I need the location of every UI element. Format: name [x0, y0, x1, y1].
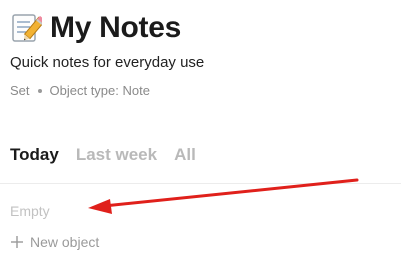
- page-header: My Notes: [10, 10, 181, 46]
- page-title: My Notes: [50, 11, 181, 44]
- new-object-button[interactable]: New object: [10, 233, 99, 251]
- arrow-head: [88, 199, 112, 214]
- page-meta: Set Object type: Note: [10, 83, 150, 99]
- page-description: Quick notes for everyday use: [10, 54, 205, 71]
- tabs-divider: [0, 183, 401, 184]
- memo-pencil-icon: [10, 12, 46, 44]
- tab-all[interactable]: All: [174, 144, 196, 166]
- tab-today[interactable]: Today: [10, 144, 59, 166]
- plus-icon: [10, 235, 24, 249]
- meta-kind: Set: [10, 83, 30, 98]
- new-object-label: New object: [30, 234, 100, 250]
- empty-state-text: Empty: [10, 203, 50, 219]
- view-tabs: Today Last week All: [10, 144, 196, 166]
- meta-separator-dot: [37, 89, 42, 93]
- tab-last-week[interactable]: Last week: [76, 144, 157, 166]
- meta-object-type[interactable]: Object type: Note: [50, 83, 150, 99]
